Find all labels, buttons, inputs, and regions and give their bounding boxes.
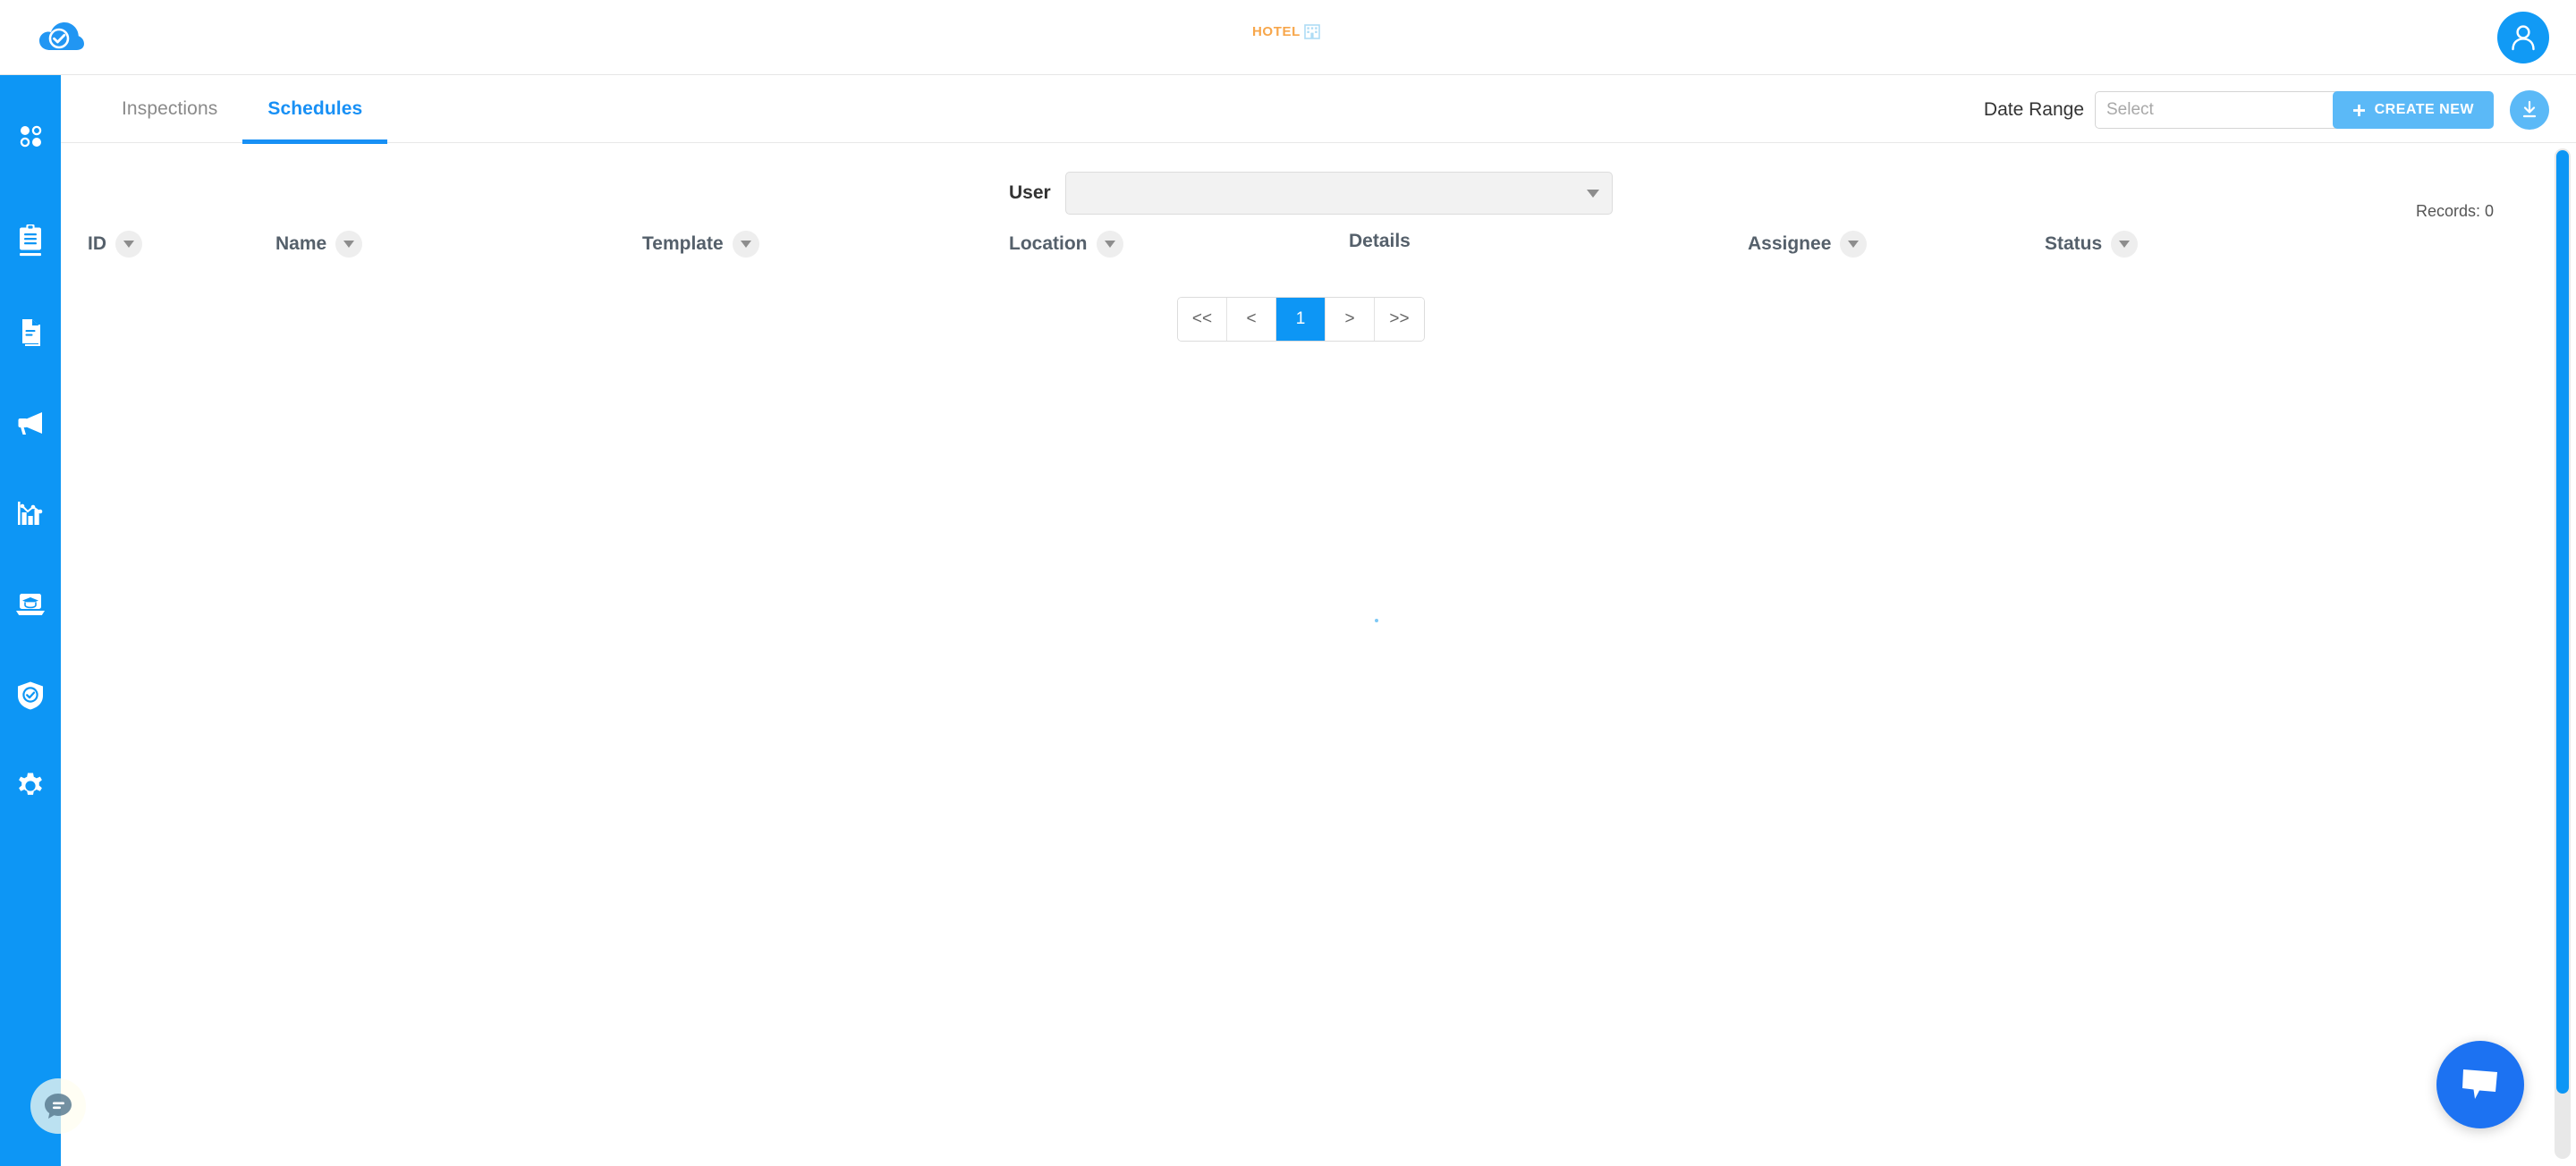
date-range-input[interactable] xyxy=(2096,92,2336,128)
column-header-id[interactable]: ID xyxy=(88,231,142,258)
center-logo-word: HOTEL xyxy=(1252,24,1301,39)
column-label-details: Details xyxy=(1349,231,1411,251)
column-label-location: Location xyxy=(1009,233,1088,254)
column-filter-status[interactable] xyxy=(2111,231,2139,258)
sidebar-item-analytics[interactable] xyxy=(0,488,61,538)
avatar[interactable] xyxy=(2497,12,2549,63)
pagination-last[interactable]: >> xyxy=(1375,298,1424,341)
chevron-down-icon xyxy=(1586,189,1599,198)
plus-icon xyxy=(2352,104,2365,116)
main-content: User ID Name Template Location Details A… xyxy=(61,143,2555,1166)
top-header: HOTEL xyxy=(0,0,2576,75)
column-header-details: Details xyxy=(1349,231,1411,252)
column-label-status: Status xyxy=(2045,233,2103,254)
graduation-laptop-icon xyxy=(16,594,45,615)
shield-check-icon xyxy=(18,681,43,710)
tab-schedules-label: Schedules xyxy=(267,98,363,119)
chevron-down-icon xyxy=(1104,241,1115,248)
chevron-down-icon xyxy=(2119,241,2131,248)
pagination-page-1[interactable]: 1 xyxy=(1276,298,1326,341)
pagination-prev[interactable]: < xyxy=(1227,298,1276,341)
sidebar-item-settings[interactable] xyxy=(0,761,61,811)
bar-chart-icon xyxy=(18,502,43,525)
column-header-name[interactable]: Name xyxy=(275,231,363,258)
column-label-template: Template xyxy=(642,233,724,254)
chat-bubble-lines-icon xyxy=(45,1094,72,1119)
column-label-id: ID xyxy=(88,233,106,254)
chevron-down-icon xyxy=(740,241,751,248)
chevron-down-icon xyxy=(123,241,134,248)
sidebar-item-dashboard[interactable] xyxy=(0,111,61,161)
cloud-check-icon[interactable] xyxy=(36,13,86,63)
column-filter-id[interactable] xyxy=(115,231,142,258)
pagination-first[interactable]: << xyxy=(1178,298,1227,341)
column-filter-assignee[interactable] xyxy=(1840,231,1868,258)
vertical-scrollbar-track[interactable] xyxy=(2555,148,2571,1159)
user-filter: User xyxy=(1009,172,1613,215)
documents-icon xyxy=(22,319,40,346)
sub-header-toolbar: Inspections Schedules Date Range ✖ CREAT… xyxy=(61,75,2576,220)
vertical-scrollbar-thumb[interactable] xyxy=(2556,150,2569,1094)
user-filter-label: User xyxy=(1009,182,1051,203)
column-label-name: Name xyxy=(275,233,327,254)
column-header-assignee[interactable]: Assignee xyxy=(1748,231,1868,258)
column-header-location[interactable]: Location xyxy=(1009,231,1123,258)
sidebar xyxy=(0,75,61,1166)
column-filter-location[interactable] xyxy=(1096,231,1123,258)
column-header-status[interactable]: Status xyxy=(2045,231,2139,258)
sidebar-item-compliance[interactable] xyxy=(0,671,61,721)
create-new-button[interactable]: CREATE NEW xyxy=(2332,91,2494,129)
center-hotel-logo: HOTEL xyxy=(1252,24,1320,39)
date-range-label: Date Range xyxy=(1983,99,2084,120)
user-avatar-icon xyxy=(2512,25,2535,51)
four-dots-icon xyxy=(20,125,42,148)
tab-inspections-label: Inspections xyxy=(122,98,218,119)
column-filter-template[interactable] xyxy=(732,231,759,258)
tab-inspections[interactable]: Inspections xyxy=(97,75,242,143)
chevron-down-icon xyxy=(1848,241,1860,248)
column-label-assignee: Assignee xyxy=(1748,233,1832,254)
tab-bar: Inspections Schedules xyxy=(97,75,388,144)
megaphone-icon xyxy=(18,412,42,435)
gear-icon xyxy=(19,773,42,795)
loading-indicator xyxy=(1375,619,1378,622)
chat-widget-button[interactable] xyxy=(2436,1041,2524,1128)
clipboard-icon xyxy=(20,224,41,257)
date-range-filter: Date Range ✖ xyxy=(1984,91,2354,129)
download-button[interactable] xyxy=(2510,90,2549,130)
column-header-template[interactable]: Template xyxy=(642,231,759,258)
sidebar-item-announcements[interactable] xyxy=(0,398,61,448)
feedback-button[interactable] xyxy=(30,1078,86,1134)
chevron-down-icon xyxy=(343,241,355,248)
records-count: Records: 0 xyxy=(2415,202,2494,220)
pagination: << < 1 > >> xyxy=(1177,297,1425,342)
sidebar-item-documents[interactable] xyxy=(0,307,61,357)
date-range-field: ✖ xyxy=(2095,91,2354,129)
tab-schedules[interactable]: Schedules xyxy=(242,75,388,144)
column-filter-name[interactable] xyxy=(335,231,363,258)
create-new-label: CREATE NEW xyxy=(2374,102,2474,117)
user-select-dropdown[interactable] xyxy=(1064,172,1613,215)
sidebar-item-elearning[interactable] xyxy=(0,579,61,629)
hotel-building-icon xyxy=(1304,24,1320,39)
download-icon xyxy=(2522,100,2537,118)
pagination-next[interactable]: > xyxy=(1326,298,1375,341)
table-header-row: ID Name Template Location Details Assign… xyxy=(61,231,2555,281)
sidebar-item-inspections[interactable] xyxy=(0,216,61,266)
chat-bubble-icon xyxy=(2462,1069,2497,1099)
